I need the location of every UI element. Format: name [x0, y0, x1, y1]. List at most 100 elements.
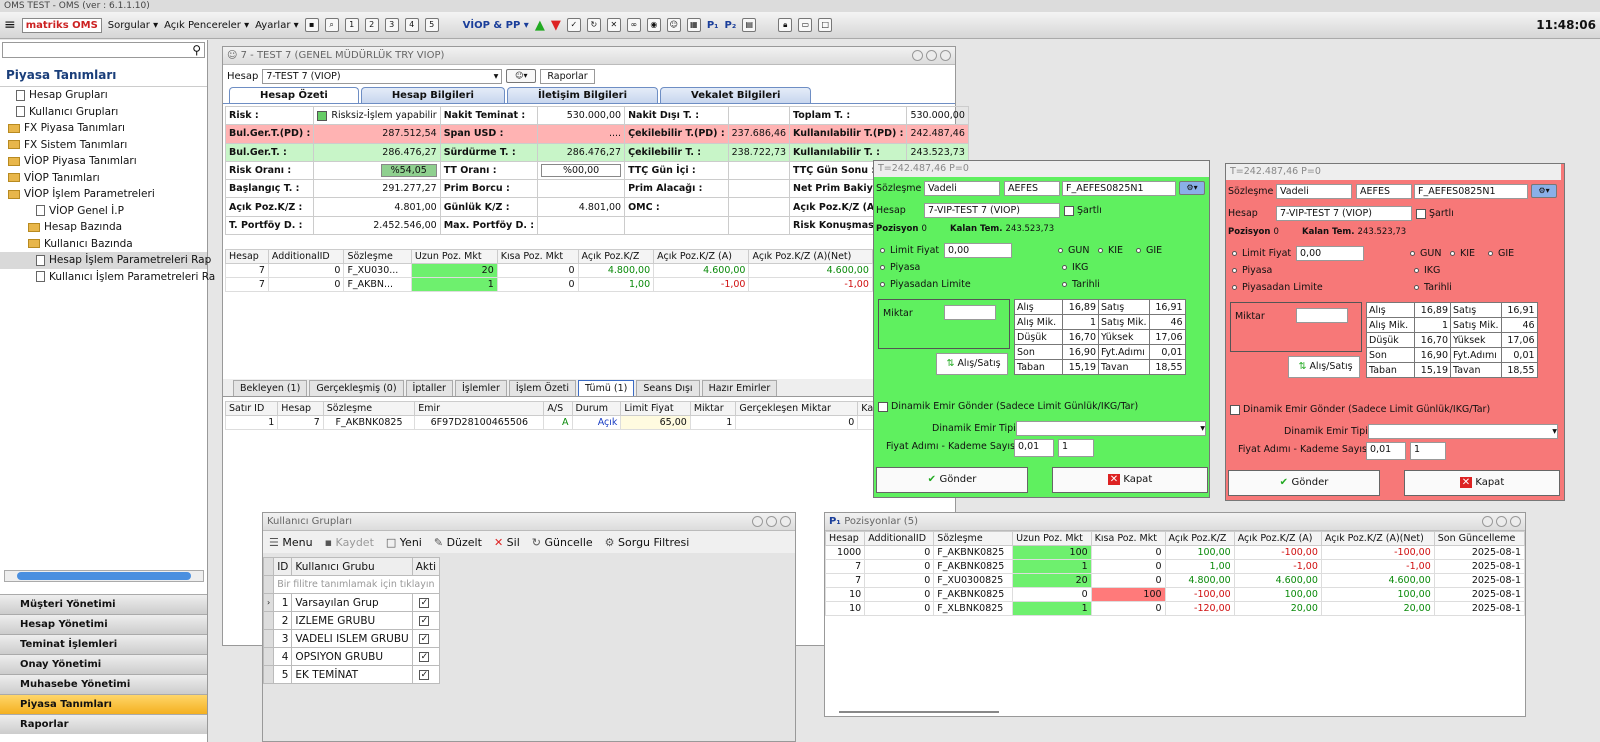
instrument-type-select[interactable]: Vadeli — [1276, 184, 1352, 199]
account-tab[interactable]: Hesap Özeti — [229, 87, 359, 103]
check-icon[interactable]: ✓ — [566, 18, 581, 32]
column-header[interactable]: Sözleşme — [933, 531, 1014, 546]
active-checkbox[interactable]: ✓ — [419, 597, 430, 608]
window-2-button[interactable]: 2 — [364, 18, 379, 32]
minimize-icon[interactable] — [752, 516, 763, 527]
sidebar-tree-item[interactable]: Hesap Bazında — [0, 219, 207, 236]
sidebar-tree-item[interactable]: Hesap İşlem Parametreleri Rap — [0, 252, 211, 269]
dynamic-order-checkbox[interactable] — [1230, 404, 1240, 415]
sidebar-tree-item[interactable]: Kullanıcı Bazında — [0, 236, 207, 253]
window-5-button[interactable]: 5 — [424, 18, 439, 32]
sidebar-tree-item[interactable]: FX Piyasa Tanımları — [0, 120, 207, 137]
reports-button[interactable]: Raporlar — [540, 68, 595, 84]
column-header[interactable]: Açık Poz.K/Z — [1164, 531, 1235, 546]
column-header[interactable]: ID — [273, 557, 293, 576]
toolbar-edit-button[interactable]: ✎ Düzelt — [434, 536, 482, 549]
save-icon[interactable]: ▪ — [304, 18, 319, 32]
sidebar-tree-item[interactable]: VİOP İşlem Parametreleri — [0, 186, 207, 203]
search-tool-icon[interactable]: ⌕ — [324, 18, 339, 32]
validity-radio[interactable] — [1414, 285, 1419, 290]
column-header[interactable]: Sözleşme — [322, 401, 416, 416]
validity-radio[interactable] — [1450, 251, 1455, 256]
column-header[interactable]: Açık Poz.K/Z (A) — [653, 249, 750, 265]
buy-sell-toggle[interactable]: ⇅ Alış/Satış — [1288, 356, 1360, 378]
print-icon[interactable]: ▭ — [798, 18, 813, 32]
buy-sell-toggle[interactable]: ⇅ Alış/Satış — [936, 353, 1008, 375]
count-input[interactable]: 1 — [1058, 439, 1094, 457]
active-checkbox[interactable]: ✓ — [419, 615, 430, 626]
menu-acik-pencereler[interactable]: Açık Pencereler ▾ — [164, 20, 249, 31]
column-header[interactable]: Uzun Poz. Mkt — [410, 249, 498, 265]
column-header[interactable]: Kullanıcı Grubu — [291, 557, 413, 576]
fullscreen-icon[interactable]: □ — [818, 18, 833, 32]
column-header[interactable]: Akti — [411, 557, 441, 576]
filter-row[interactable]: Bir filitre tanımlamak için tıklayın — [273, 575, 441, 594]
step-input[interactable]: 0,01 — [1366, 442, 1406, 460]
table-row[interactable]: 4 OPSIYON GRUBU ✓ — [262, 647, 441, 666]
toolbar-delete-button[interactable]: ✕ Sil — [494, 536, 520, 549]
column-header[interactable]: Son Güncelleme — [1433, 531, 1526, 546]
table-row[interactable]: › 1 Varsayılan Grup ✓ — [262, 593, 441, 612]
refresh-icon[interactable]: ↻ — [586, 18, 601, 32]
order-tab[interactable]: Tümü (1) — [578, 380, 635, 396]
nav-module-button[interactable]: Onay Yönetimi — [0, 654, 207, 674]
table-row[interactable]: 70F_AKBN...101,00-1,00-1,00202 — [225, 277, 942, 293]
sidebar-tree-item[interactable]: VİOP Tanımları — [0, 170, 207, 187]
menu-viop[interactable]: VİOP & PP ▾ — [463, 20, 529, 31]
order-tab[interactable]: Seans Dışı — [636, 380, 700, 396]
price-type-radio[interactable] — [880, 265, 885, 270]
minimize-icon[interactable] — [912, 50, 923, 61]
validity-radio[interactable] — [1058, 248, 1063, 253]
nav-module-button[interactable]: Piyasa Tanımları — [0, 694, 207, 714]
contract-select[interactable]: F_AEFES0825N1 — [1414, 184, 1528, 199]
close-button[interactable]: ✕ Kapat — [1052, 467, 1208, 493]
table-row[interactable]: 10 0 F_XLBNK0825 1 0 -120,00 20,00 20,00 2025-08… — [824, 601, 1526, 616]
calculator-icon[interactable]: ▦ — [686, 18, 701, 32]
table-row[interactable]: 3 VADELI ISLEM GRUBU ✓ — [262, 629, 441, 648]
menu-sorgular[interactable]: Sorgular ▾ — [108, 20, 158, 31]
arrow-up-icon[interactable]: ▲ — [535, 18, 545, 33]
user-group-icon[interactable]: ☺▾ — [506, 69, 537, 83]
order-tab[interactable]: İptaller — [405, 380, 453, 396]
contract-select[interactable]: F_AEFES0825N1 — [1062, 181, 1176, 196]
table-row[interactable]: 7 0 F_AKBNK0825 1 0 1,00 -1,00 -1,00 2025-08-1 — [824, 559, 1526, 574]
close-icon[interactable] — [780, 516, 791, 527]
dynamic-order-checkbox[interactable] — [878, 401, 888, 412]
sidebar-tree-item[interactable]: VİOP Genel İ.P — [0, 203, 207, 220]
column-header[interactable]: Gerçekleşen Miktar — [735, 401, 859, 416]
validity-radio[interactable] — [1414, 268, 1419, 273]
toolbar-menu-button[interactable]: ☰ Menu — [269, 536, 313, 549]
positions-scrollbar[interactable] — [839, 711, 999, 713]
menu-ayarlar[interactable]: Ayarlar ▾ — [255, 20, 299, 31]
toolbar-refresh-button[interactable]: ↻ Güncelle — [532, 536, 593, 549]
table-row[interactable]: 1000 0 F_AKBNK0825 100 0 100,00 -100,00 -100,00… — [824, 545, 1526, 560]
step-input[interactable]: 0,01 — [1014, 439, 1054, 457]
underlying-select[interactable]: AEFES — [1004, 181, 1060, 196]
close-icon[interactable] — [940, 50, 951, 61]
table-row[interactable]: 2 IZLEME GRUBU ✓ — [262, 611, 441, 630]
column-header[interactable]: Hesap — [277, 401, 324, 416]
column-header[interactable]: Sözleşme — [343, 249, 412, 265]
column-header[interactable]: Hesap — [225, 249, 269, 265]
nav-module-button[interactable]: Hesap Yönetimi — [0, 614, 207, 634]
column-header[interactable]: Açık Poz.K/Z (A)(Net) — [748, 249, 873, 265]
window-3-button[interactable]: 3 — [384, 18, 399, 32]
sidebar-search-input[interactable]: ⚲ — [2, 42, 205, 58]
order-tab[interactable]: İşlemler — [454, 380, 507, 396]
sidebar-tree-item[interactable]: VİOP Piyasa Tanımları — [0, 153, 207, 170]
price-type-radio[interactable] — [880, 282, 885, 287]
toolbar-save-button[interactable]: ▪ Kaydet — [325, 536, 374, 549]
sidebar-tree-item[interactable]: Kullanıcı Grupları — [0, 104, 207, 121]
validity-radio[interactable] — [1488, 251, 1493, 256]
p1-icon[interactable]: P₁ — [707, 20, 719, 31]
window-4-button[interactable]: 4 — [404, 18, 419, 32]
count-input[interactable]: 1 — [1410, 442, 1446, 460]
toolbar-new-button[interactable]: □ Yeni — [386, 536, 422, 549]
cancel-order-icon[interactable]: ✕ — [606, 18, 621, 32]
active-checkbox[interactable]: ✓ — [419, 651, 430, 662]
quantity-input[interactable] — [1296, 308, 1348, 323]
arrow-down-icon[interactable]: ▼ — [551, 18, 561, 33]
column-header[interactable]: AdditionalID — [864, 531, 935, 546]
column-header[interactable]: Emir — [414, 401, 545, 416]
sartli-checkbox[interactable] — [1064, 205, 1074, 216]
